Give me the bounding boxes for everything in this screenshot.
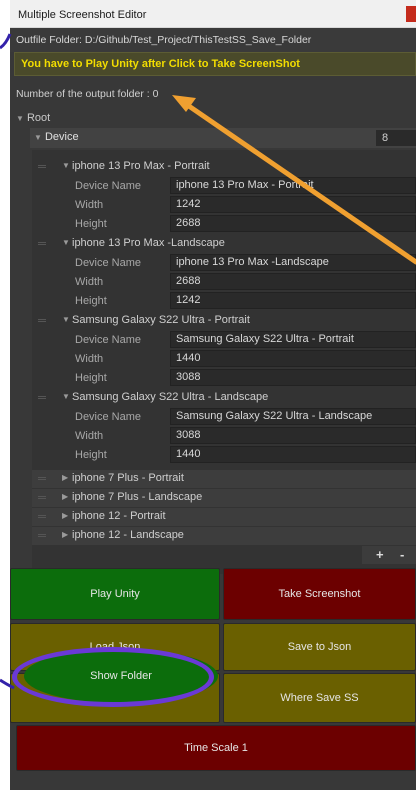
highlight-circle xyxy=(12,647,214,707)
drag-handle-icon[interactable] xyxy=(38,319,46,322)
device-item-title: iphone 7 Plus - Landscape xyxy=(72,491,203,503)
list-item[interactable]: ▶ iphone 7 Plus - Landscape xyxy=(32,489,416,507)
device-name-row: Device Name Samsung Galaxy S22 Ultra - P… xyxy=(32,331,416,349)
collapsed-triangle-icon[interactable]: ▶ xyxy=(62,530,68,539)
device-name-field[interactable]: Samsung Galaxy S22 Ultra - Portrait xyxy=(170,331,416,348)
height-row: Height 2688 xyxy=(32,215,416,233)
device-item-title: Samsung Galaxy S22 Ultra - Portrait xyxy=(72,314,250,326)
list-item[interactable]: ▶ iphone 12 - Landscape xyxy=(32,527,416,545)
drag-handle-icon[interactable] xyxy=(38,477,46,480)
close-button[interactable] xyxy=(406,6,416,22)
device-list-header[interactable]: ▼ Device 8 xyxy=(30,128,416,148)
where-save-ss-button[interactable]: Where Save SS xyxy=(223,673,416,723)
drag-handle-icon[interactable] xyxy=(38,242,46,245)
warning-box: You have to Play Unity after Click to Ta… xyxy=(14,52,416,76)
expand-triangle-icon[interactable]: ▼ xyxy=(62,315,70,324)
window-title: Multiple Screenshot Editor xyxy=(18,9,147,21)
width-label: Width xyxy=(75,353,104,365)
device-count-field[interactable]: 8 xyxy=(376,130,416,146)
device-name-row: Device Name iphone 13 Pro Max - Portrait xyxy=(32,177,416,195)
tree-root-label: Root xyxy=(26,112,51,124)
list-item[interactable]: ▶ iphone 7 Plus - Portrait xyxy=(32,470,416,488)
height-field[interactable]: 1242 xyxy=(170,292,416,309)
device-name-label: Device Name xyxy=(75,180,142,192)
expand-triangle-icon[interactable]: ▼ xyxy=(62,161,70,170)
tree-root-expand-icon[interactable]: ▼ xyxy=(16,114,24,123)
remove-item-button[interactable]: - xyxy=(400,547,404,562)
width-row: Width 1242 xyxy=(32,196,416,214)
list-add-remove-controls: + - xyxy=(362,546,416,564)
device-expand-icon[interactable]: ▼ xyxy=(34,133,42,142)
height-field[interactable]: 1440 xyxy=(170,446,416,463)
outfile-folder-bar: Outfile Folder: D:/Github/Test_Project/T… xyxy=(10,28,416,52)
height-row: Height 3088 xyxy=(32,369,416,387)
drag-handle-icon[interactable] xyxy=(38,165,46,168)
width-row: Width 2688 xyxy=(32,273,416,291)
height-label: Height xyxy=(75,295,107,307)
tree-root[interactable]: ▼ Root xyxy=(16,112,50,124)
device-item-title: Samsung Galaxy S22 Ultra - Landscape xyxy=(72,391,269,403)
device-name-label: Device Name xyxy=(75,411,142,423)
device-name-field[interactable]: iphone 13 Pro Max - Portrait xyxy=(170,177,416,194)
height-field[interactable]: 2688 xyxy=(170,215,416,232)
list-item[interactable]: ▶ iphone 12 - Portrait xyxy=(32,508,416,526)
save-to-json-button[interactable]: Save to Json xyxy=(223,623,416,671)
height-field[interactable]: 3088 xyxy=(170,369,416,386)
device-item-title: iphone 13 Pro Max -Landscape xyxy=(72,237,225,249)
drag-handle-icon[interactable] xyxy=(38,515,46,518)
collapsed-triangle-icon[interactable]: ▶ xyxy=(62,511,68,520)
width-label: Width xyxy=(75,199,104,211)
drag-handle-icon[interactable] xyxy=(38,496,46,499)
width-label: Width xyxy=(75,276,104,288)
width-label: Width xyxy=(75,430,104,442)
device-item-header[interactable]: ▼ Samsung Galaxy S22 Ultra - Portrait xyxy=(32,312,416,330)
drag-handle-icon[interactable] xyxy=(38,396,46,399)
window-title-bar: Multiple Screenshot Editor xyxy=(10,0,416,28)
device-name-label: Device Name xyxy=(75,257,142,269)
device-name-field[interactable]: Samsung Galaxy S22 Ultra - Landscape xyxy=(170,408,416,425)
device-name-label: Device Name xyxy=(75,334,142,346)
height-label: Height xyxy=(75,449,107,461)
warning-text: You have to Play Unity after Click to Ta… xyxy=(21,58,300,70)
collapsed-triangle-icon[interactable]: ▶ xyxy=(62,492,68,501)
height-label: Height xyxy=(75,218,107,230)
width-field[interactable]: 1242 xyxy=(170,196,416,213)
play-unity-button[interactable]: Play Unity xyxy=(10,568,220,620)
height-label: Height xyxy=(75,372,107,384)
device-name-row: Device Name iphone 13 Pro Max -Landscape xyxy=(32,254,416,272)
width-field[interactable]: 3088 xyxy=(170,427,416,444)
width-field[interactable]: 2688 xyxy=(170,273,416,290)
device-list-label: Device xyxy=(44,131,79,143)
take-screenshot-button[interactable]: Take Screenshot xyxy=(223,568,416,620)
expand-triangle-icon[interactable]: ▼ xyxy=(62,238,70,247)
height-row: Height 1440 xyxy=(32,446,416,464)
width-field[interactable]: 1440 xyxy=(170,350,416,367)
time-scale-button[interactable]: Time Scale 1 xyxy=(16,725,416,771)
device-item-title: iphone 12 - Portrait xyxy=(72,510,166,522)
collapsed-triangle-icon[interactable]: ▶ xyxy=(62,473,68,482)
drag-handle-icon[interactable] xyxy=(38,534,46,537)
expand-triangle-icon[interactable]: ▼ xyxy=(62,392,70,401)
device-item-title: iphone 7 Plus - Portrait xyxy=(72,472,184,484)
add-item-button[interactable]: + xyxy=(376,547,384,562)
device-item-header[interactable]: ▼ Samsung Galaxy S22 Ultra - Landscape xyxy=(32,389,416,407)
device-name-row: Device Name Samsung Galaxy S22 Ultra - L… xyxy=(32,408,416,426)
device-item-header[interactable]: ▼ iphone 13 Pro Max -Landscape xyxy=(32,235,416,253)
output-folder-count: Number of the output folder : 0 xyxy=(16,88,159,100)
annotation-stroke-top-left xyxy=(0,33,12,50)
width-row: Width 3088 xyxy=(32,427,416,445)
device-item-header[interactable]: ▼ iphone 13 Pro Max - Portrait xyxy=(32,158,416,176)
device-item-title: iphone 13 Pro Max - Portrait xyxy=(72,160,210,172)
height-row: Height 1242 xyxy=(32,292,416,310)
device-name-field[interactable]: iphone 13 Pro Max -Landscape xyxy=(170,254,416,271)
device-item-title: iphone 12 - Landscape xyxy=(72,529,184,541)
outfile-folder-path: Outfile Folder: D:/Github/Test_Project/T… xyxy=(16,34,312,46)
width-row: Width 1440 xyxy=(32,350,416,368)
